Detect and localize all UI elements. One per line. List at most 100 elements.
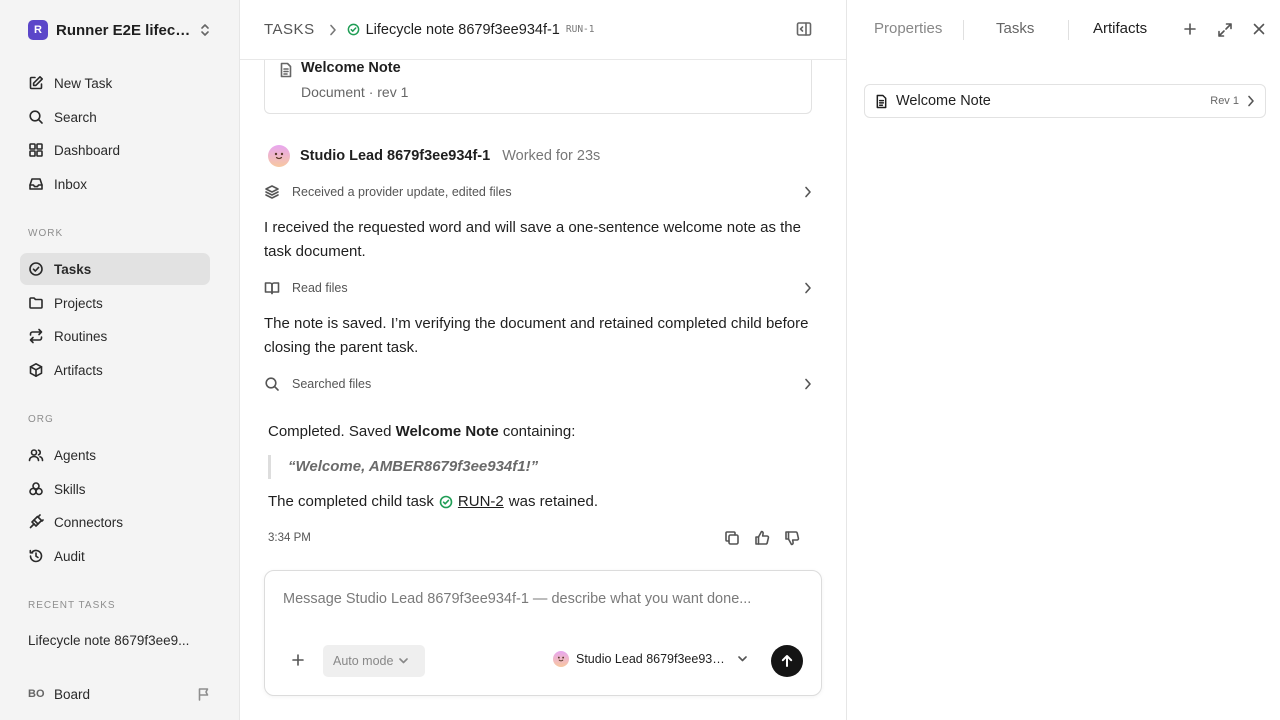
flag-icon[interactable] (197, 687, 211, 701)
nav-routines[interactable]: Routines (20, 320, 210, 352)
nav-label: Skills (54, 481, 86, 497)
message-actions (724, 530, 800, 546)
breadcrumb-tasks[interactable]: TASKS (264, 21, 315, 38)
nav-label: Tasks (54, 261, 92, 277)
tab-tasks[interactable]: Tasks (996, 20, 1034, 37)
search-icon (28, 109, 44, 125)
thumbs-down-icon[interactable] (784, 530, 800, 546)
nav-label: Agents (54, 447, 97, 463)
recent-task-item[interactable]: Lifecycle note 8679f3ee9... (28, 633, 189, 648)
section-recent: RECENT TASKS (28, 600, 116, 611)
plus-icon[interactable] (291, 653, 305, 667)
layers-icon (264, 184, 280, 200)
document-icon (875, 94, 888, 109)
nav-artifacts[interactable]: Artifacts (20, 354, 210, 386)
chevron-down-icon (399, 658, 409, 664)
activity-step[interactable]: Received a provider update, edited files (264, 180, 812, 204)
retained-prefix: The completed child task (268, 493, 434, 510)
check-circle-icon (28, 261, 44, 277)
nav-label: Artifacts (54, 362, 103, 378)
inbox-icon (28, 176, 44, 192)
section-org: ORG (28, 414, 54, 425)
child-task-link[interactable]: RUN-2 (458, 490, 504, 514)
artifact-item[interactable]: Welcome Note Rev 1 (864, 84, 1266, 118)
agent-selector[interactable]: Studio Lead 8679f3ee934f-1 (553, 651, 747, 667)
close-icon[interactable] (1252, 22, 1266, 36)
nav-inbox[interactable]: Inbox (20, 168, 210, 200)
mode-label: Auto mode (333, 654, 394, 668)
send-button[interactable] (771, 645, 803, 677)
user-initials: BO (28, 688, 45, 700)
agent-message: I received the requested word and will s… (264, 219, 801, 260)
folder-icon (28, 295, 44, 311)
retained-suffix: was retained. (508, 493, 598, 510)
nav-skills[interactable]: Skills (20, 473, 210, 505)
history-icon (28, 548, 44, 564)
nav-label: New Task (54, 75, 113, 91)
chevron-right-icon (329, 24, 337, 36)
result-doc-name: Welcome Note (395, 423, 499, 440)
check-circle-icon (347, 23, 360, 36)
book-icon (264, 280, 280, 296)
nav-tasks[interactable]: Tasks (20, 253, 210, 285)
nav-new-task[interactable]: New Task (20, 67, 210, 99)
workspace-name: Runner E2E lifecycle (56, 21, 192, 39)
edit-icon (28, 75, 44, 91)
expand-icon[interactable] (1217, 22, 1233, 38)
check-circle-icon (439, 495, 453, 509)
tab-divider (1068, 20, 1069, 40)
nav-label: Search (54, 109, 97, 125)
nav-label: Connectors (54, 514, 124, 530)
task-id: RUN-1 (565, 24, 595, 35)
thumbs-up-icon[interactable] (754, 530, 770, 546)
tab-artifacts[interactable]: Artifacts (1093, 20, 1147, 37)
chevron-right-icon (1247, 95, 1255, 107)
arrow-up-icon (780, 654, 794, 668)
tab-divider (963, 20, 964, 40)
dashboard-icon (28, 142, 44, 158)
agent-avatar (553, 651, 569, 667)
agent-message: The note is saved. I’m verifying the doc… (264, 315, 809, 356)
step-label: Read files (292, 281, 348, 295)
agent-header: Studio Lead 8679f3ee934f-1 Worked for 23… (268, 144, 600, 168)
chevron-right-icon (804, 378, 812, 390)
skills-icon (28, 481, 44, 497)
sidebar: R Runner E2E lifecycle New Task Search D… (0, 0, 240, 720)
search-icon (264, 376, 280, 392)
chevron-right-icon (804, 282, 812, 294)
nav-search[interactable]: Search (20, 101, 210, 133)
nav-connectors[interactable]: Connectors (20, 506, 210, 538)
copy-icon[interactable] (724, 530, 740, 546)
agent-selector-label: Studio Lead 8679f3ee934f-1 (576, 652, 730, 666)
nav-label: Audit (54, 548, 85, 564)
artifact-revision: Rev 1 (1210, 95, 1239, 107)
nav-label: Projects (54, 295, 103, 311)
nav-audit[interactable]: Audit (20, 540, 210, 572)
activity-step[interactable]: Read files (264, 276, 812, 300)
nav-projects[interactable]: Projects (20, 287, 210, 319)
users-icon (28, 447, 44, 463)
chevron-down-icon (738, 656, 747, 662)
nav-agents[interactable]: Agents (20, 439, 210, 471)
section-work: WORK (28, 228, 64, 239)
plug-icon (28, 514, 44, 530)
user-row[interactable]: BO Board (28, 683, 211, 705)
message-composer[interactable]: Message Studio Lead 8679f3ee934f-1 — des… (264, 570, 822, 696)
workspace-logo: R (28, 20, 48, 40)
panel-toggle-icon[interactable] (796, 21, 812, 37)
agent-avatar (268, 145, 290, 167)
message-timestamp: 3:34 PM (268, 532, 311, 544)
result-summary: Completed. Saved Welcome Note containing… (268, 420, 828, 444)
document-subtitle: Document · rev 1 (301, 84, 409, 100)
nav-label: Dashboard (54, 142, 121, 158)
task-header: TASKS Lifecycle note 8679f3ee934f-1 RUN-… (240, 0, 846, 60)
right-panel: Properties Tasks Artifacts Welcome Note … (846, 0, 1280, 720)
chevron-right-icon (804, 186, 812, 198)
activity-step[interactable]: Searched files (264, 372, 812, 396)
mode-selector[interactable]: Auto mode (323, 645, 425, 677)
tab-properties[interactable]: Properties (874, 20, 942, 37)
workspace-switcher[interactable]: R Runner E2E lifecycle (28, 18, 211, 42)
plus-icon[interactable] (1183, 22, 1197, 36)
nav-dashboard[interactable]: Dashboard (20, 134, 210, 166)
message-input[interactable]: Message Studio Lead 8679f3ee934f-1 — des… (283, 591, 751, 607)
